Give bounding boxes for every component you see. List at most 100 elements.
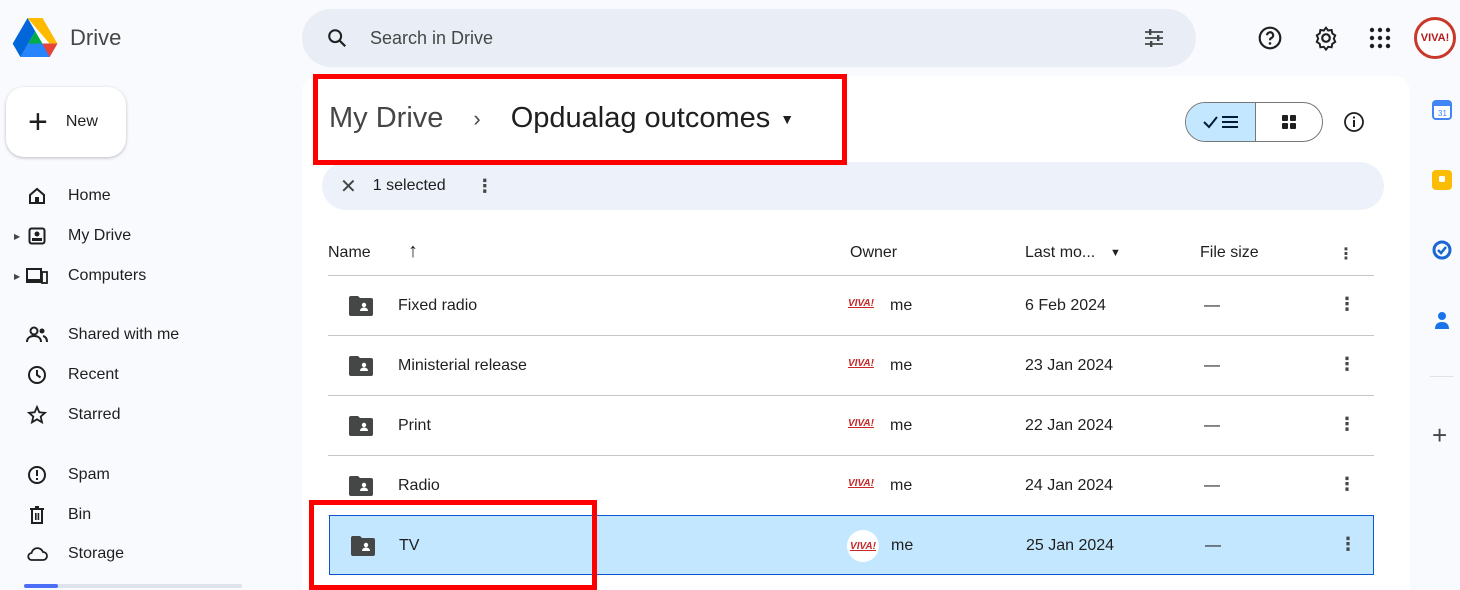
apps-grid-icon[interactable] (1366, 24, 1394, 52)
new-button[interactable]: + New (6, 87, 126, 157)
storage-usage-bar (24, 584, 242, 588)
row-more-icon[interactable]: ⋮ (1338, 354, 1356, 375)
file-name[interactable]: Fixed radio (398, 297, 477, 315)
drive-logo-icon (12, 18, 58, 57)
shared-folder-icon (351, 536, 375, 556)
file-modified: 24 Jan 2024 (1025, 477, 1114, 494)
file-size: — (1204, 417, 1220, 434)
list-view-button[interactable] (1186, 103, 1256, 141)
owner-logo: VIVA! (847, 530, 879, 562)
more-actions-icon[interactable]: ⋮ (476, 176, 494, 197)
sidebar-item-computers[interactable]: ▶ Computers (14, 260, 146, 292)
sidebar-item-storage[interactable]: Storage (14, 538, 124, 570)
column-header-owner[interactable]: Owner (850, 244, 897, 262)
settings-gear-icon[interactable] (1312, 24, 1340, 52)
list-view-check-icon (1202, 116, 1238, 129)
chevron-right-icon: › (473, 105, 481, 131)
sidebar-item-spam[interactable]: Spam (14, 459, 110, 491)
table-row[interactable]: Ministerial release VIVA! me 23 Jan 2024… (328, 336, 1374, 396)
owner-logo: VIVA! (848, 298, 874, 309)
breadcrumb-current-folder[interactable]: Opdualag outcomes (511, 102, 771, 135)
sidebar-item-bin[interactable]: Bin (14, 499, 91, 531)
file-modified: 23 Jan 2024 (1025, 357, 1114, 374)
row-more-icon[interactable]: ⋮ (1339, 534, 1357, 555)
file-modified: 22 Jan 2024 (1025, 417, 1114, 434)
owner-logo: VIVA! (848, 478, 874, 489)
expand-arrow-icon[interactable]: ▶ (14, 232, 20, 241)
shared-folder-icon (349, 416, 373, 436)
breadcrumb-my-drive[interactable]: My Drive (329, 102, 443, 135)
file-modified: 6 Feb 2024 (1025, 297, 1106, 314)
search-icon[interactable] (326, 27, 348, 49)
file-modified: 25 Jan 2024 (1026, 537, 1115, 554)
view-toggle (1185, 102, 1323, 142)
column-header-name[interactable]: Name (328, 244, 371, 262)
sidebar-item-label: My Drive (68, 227, 132, 244)
drive-logo[interactable]: Drive (12, 18, 121, 58)
column-options-icon[interactable]: ⋮ (1338, 244, 1354, 264)
main-panel: My Drive › Opdualag outcomes ▼ ✕ 1 selec… (302, 76, 1410, 590)
help-icon[interactable] (1256, 24, 1284, 52)
my-drive-icon (26, 225, 48, 247)
cloud-icon (26, 543, 48, 565)
clock-icon (26, 364, 48, 386)
svg-text:31: 31 (1438, 109, 1447, 118)
dropdown-caret-icon[interactable]: ▼ (780, 111, 794, 127)
sidebar-item-label: Spam (68, 466, 110, 483)
expand-arrow-icon[interactable]: ▶ (14, 272, 20, 281)
sidebar-item-shared[interactable]: Shared with me (14, 319, 179, 351)
selection-count: 1 selected (372, 177, 446, 194)
grid-view-button[interactable] (1256, 103, 1322, 141)
info-icon[interactable] (1342, 110, 1366, 134)
file-size: — (1204, 477, 1220, 494)
row-more-icon[interactable]: ⋮ (1338, 414, 1356, 435)
file-name[interactable]: Print (398, 417, 431, 435)
sidebar-item-label: Storage (68, 545, 125, 562)
sort-arrow-up-icon[interactable]: ↑ (408, 240, 418, 263)
table-row[interactable]: Fixed radio VIVA! me 6 Feb 2024 — ⋮ (328, 276, 1374, 336)
calendar-icon[interactable]: 31 (1432, 100, 1452, 120)
tasks-icon[interactable] (1432, 240, 1452, 260)
account-avatar[interactable]: VIVA! (1414, 17, 1456, 59)
file-name[interactable]: Ministerial release (398, 357, 527, 375)
sidebar-item-home[interactable]: Home (14, 180, 111, 212)
column-header-file-size[interactable]: File size (1200, 244, 1259, 262)
selection-toolbar: ✕ 1 selected ⋮ (322, 162, 1384, 210)
sidebar-item-label: Shared with me (68, 326, 180, 343)
search-options-icon[interactable] (1142, 26, 1166, 50)
file-name[interactable]: Radio (398, 477, 440, 495)
plus-icon: + (28, 103, 48, 141)
sort-dropdown-icon[interactable]: ▼ (1110, 247, 1121, 259)
file-size: — (1205, 537, 1221, 554)
sidebar-item-label: Home (68, 187, 111, 204)
sidebar-item-my-drive[interactable]: ▶ My Drive (14, 220, 131, 252)
keep-icon[interactable] (1432, 170, 1452, 190)
sidebar-item-starred[interactable]: Starred (14, 399, 120, 431)
grid-view-icon (1282, 115, 1296, 129)
new-button-label: New (65, 113, 98, 130)
sidebar-item-recent[interactable]: Recent (14, 359, 119, 391)
table-row[interactable]: Radio VIVA! me 24 Jan 2024 — ⋮ (328, 456, 1374, 516)
shared-folder-icon (349, 296, 373, 316)
spam-icon (26, 464, 48, 486)
contacts-icon[interactable] (1432, 310, 1452, 330)
sidebar-item-label: Recent (68, 366, 119, 383)
clear-selection-icon[interactable]: ✕ (340, 174, 357, 199)
add-addon-icon[interactable]: + (1432, 420, 1447, 451)
file-owner: me (890, 357, 913, 374)
owner-logo: VIVA! (848, 358, 874, 369)
star-icon (26, 404, 48, 426)
row-more-icon[interactable]: ⋮ (1338, 294, 1356, 315)
table-header: Name ↑ Owner Last mo... ▼ File size ⋮ (328, 232, 1374, 276)
file-owner: me (890, 477, 913, 494)
table-row[interactable]: Print VIVA! me 22 Jan 2024 — ⋮ (328, 396, 1374, 456)
search-input[interactable] (370, 27, 1070, 49)
table-row-selected[interactable]: TV VIVA! me 25 Jan 2024 — ⋮ (329, 515, 1374, 575)
column-header-last-modified[interactable]: Last mo... (1025, 244, 1095, 262)
shared-folder-icon (349, 476, 373, 496)
search-bar[interactable] (302, 9, 1196, 67)
rail-divider (1430, 376, 1454, 377)
file-name[interactable]: TV (399, 537, 419, 555)
file-owner: me (891, 537, 914, 554)
row-more-icon[interactable]: ⋮ (1338, 474, 1356, 495)
